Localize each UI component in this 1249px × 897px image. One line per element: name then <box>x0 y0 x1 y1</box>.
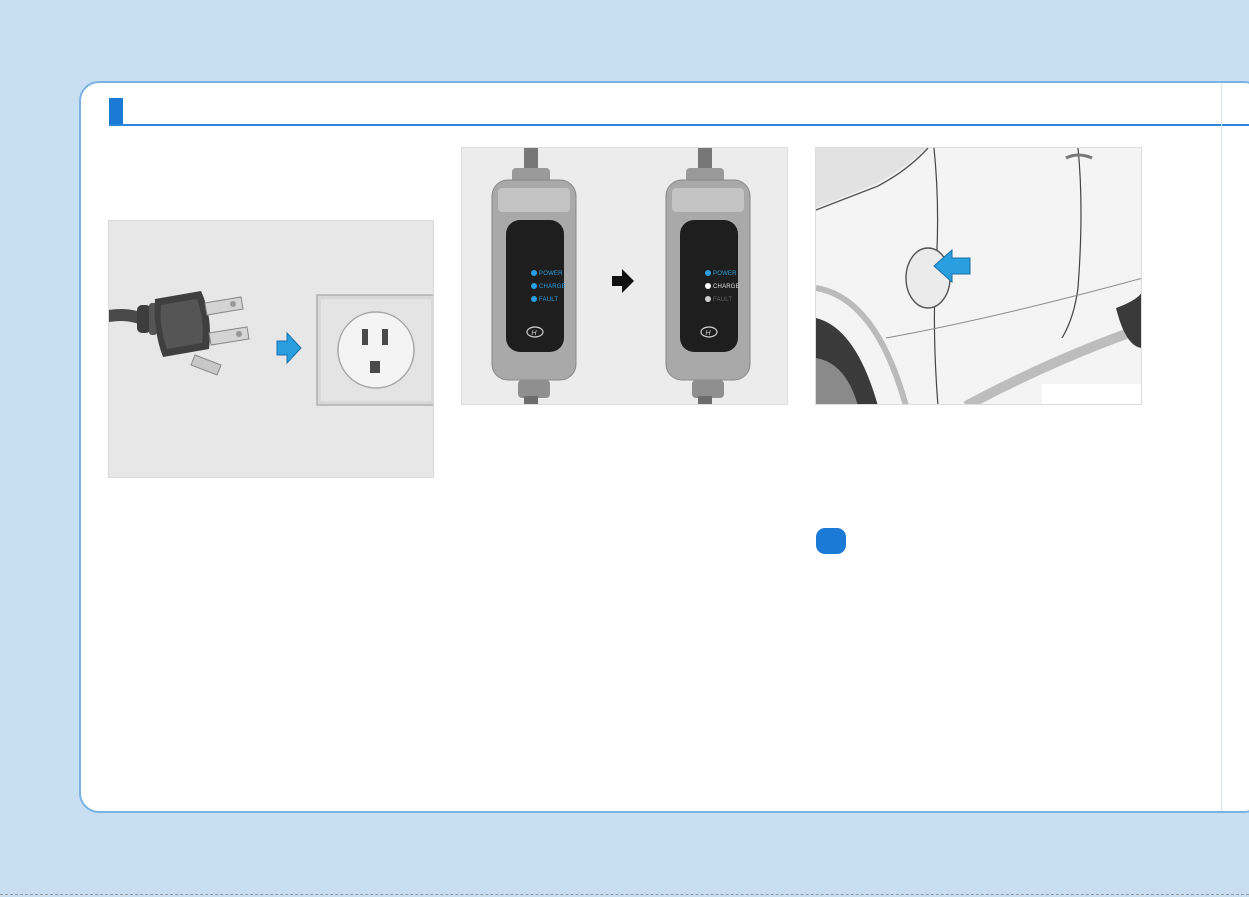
charger-unit-right <box>665 148 751 404</box>
section-marker <box>109 98 123 126</box>
page-bottom-dashed-line <box>0 894 1249 895</box>
section-rule <box>109 124 1249 126</box>
plug-outlet-illustration <box>109 291 433 406</box>
power-label: POWER <box>713 271 737 277</box>
power-label: POWER <box>539 271 563 277</box>
wall-outlet-icon <box>316 294 433 406</box>
step-badge-icon <box>816 528 846 554</box>
right-arrow-icon <box>276 331 302 365</box>
plug-into-outlet-figure <box>108 220 434 478</box>
power-plug-icon <box>137 291 250 376</box>
fault-label: FAULT <box>713 297 732 303</box>
charger-unit-left <box>491 148 577 404</box>
charge-door-figure <box>815 147 1142 405</box>
manual-page: POWER CHARGE FAULT H POWER CHARGE FAULT … <box>79 81 1249 813</box>
fault-label: FAULT <box>539 297 558 303</box>
side-tab-divider <box>1221 83 1222 811</box>
charger-led-status-figure: POWER CHARGE FAULT H POWER CHARGE FAULT … <box>461 147 788 405</box>
charge-label: CHARGE <box>713 284 740 290</box>
right-arrow-icon <box>612 269 634 293</box>
charger-units-illustration: POWER CHARGE FAULT H POWER CHARGE FAULT … <box>491 148 751 404</box>
car-side-illustration <box>816 148 1141 404</box>
charge-label: CHARGE <box>539 284 566 290</box>
